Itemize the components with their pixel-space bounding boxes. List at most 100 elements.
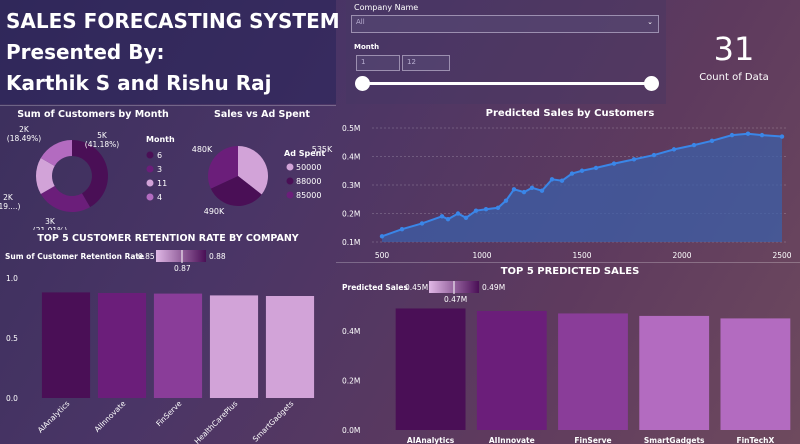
company-dropdown[interactable]: All ⌄ [351, 15, 659, 33]
legend-marker [286, 163, 294, 171]
x-tick-label: 1500 [572, 251, 591, 260]
title-panel: SALES FORECASTING SYSTEM Presented By: K… [0, 0, 340, 104]
data-point[interactable] [579, 168, 585, 173]
y-tick-label: 0.0M [342, 426, 360, 435]
bar-FinServe[interactable] [558, 313, 628, 430]
x-tick-label: 1000 [472, 251, 491, 260]
data-point[interactable] [439, 214, 445, 219]
retention-bar-chart: Sum of Customer Retention Rate 0.85 0.87… [5, 250, 315, 444]
y-tick-label: 0.4M [342, 153, 360, 162]
presented-by-label: Presented By: [6, 40, 165, 64]
divider [0, 105, 336, 106]
month-slider-min-handle[interactable] [355, 76, 370, 91]
data-point[interactable] [503, 198, 509, 203]
month-min-input[interactable]: 1 [356, 55, 400, 71]
divider [336, 262, 800, 263]
y-tick-label: 0.5M [342, 124, 360, 133]
retention-legend-max: 0.88 [209, 252, 226, 261]
data-point[interactable] [419, 221, 425, 226]
y-tick-label: 0.0 [6, 394, 18, 403]
bar-AIInnovate[interactable] [97, 293, 147, 398]
sales-legend-min: 0.45M [405, 283, 428, 292]
bar-AIAnalytics[interactable] [41, 292, 91, 398]
area-chart: 0.1M 0.2M 0.3M 0.4M 0.5M 500 1000 1500 2000 2500 [342, 124, 792, 260]
donut-legend-title: Month [146, 135, 175, 144]
x-tick-label: AIAnalytics [36, 399, 72, 435]
bar-SmartGadgets[interactable] [639, 315, 710, 430]
bar-SmartGadgets[interactable] [265, 296, 315, 398]
data-point[interactable] [709, 138, 715, 144]
area-fill [382, 133, 782, 242]
data-point[interactable] [691, 142, 697, 148]
y-tick-label: 0.5 [6, 334, 18, 343]
donut-chart: 5K(41.18%) 3K(21.01%) 2K(19....) 2K(18.49%)… [0, 125, 175, 230]
legend-entry: 6 [157, 151, 162, 160]
month-slider-track[interactable] [364, 82, 654, 85]
legend-marker [286, 191, 294, 199]
x-tick-label: HealthCarePlus [193, 399, 240, 444]
bar-FinServe[interactable] [153, 293, 203, 398]
month-max-input[interactable]: 12 [402, 55, 450, 71]
legend-entry: 50000 [296, 163, 321, 172]
retention-chart-title: TOP 5 CUSTOMER RETENTION RATE BY COMPANY [37, 233, 299, 244]
data-point[interactable] [569, 171, 575, 176]
data-point[interactable] [511, 187, 517, 192]
x-tick-label: AIAnalytics [407, 436, 455, 444]
data-point[interactable] [483, 207, 489, 212]
data-point[interactable] [521, 189, 527, 195]
predicted-sales-bar-chart: Predicted Sales 0.45M 0.47M 0.49M 0.0M 0.… [342, 281, 791, 444]
data-point[interactable] [379, 234, 385, 239]
data-point[interactable] [759, 132, 765, 138]
data-point[interactable] [455, 211, 461, 216]
bar-AIAnalytics[interactable] [395, 308, 466, 430]
data-point[interactable] [651, 152, 657, 158]
data-point[interactable] [593, 165, 599, 171]
predicted-sales-chart-title: TOP 5 PREDICTED SALES [500, 266, 640, 277]
sales-legend-max: 0.49M [482, 283, 505, 292]
month-min-value: 1 [361, 58, 366, 66]
month-slider-max-handle[interactable] [644, 76, 659, 91]
legend-marker [146, 165, 154, 173]
pie-chart: 535K490K480K Ad Spent 500008800085000 [192, 145, 333, 216]
month-max-value: 12 [407, 58, 416, 66]
x-tick-label: FinServe [574, 436, 611, 444]
pie-legend-title: Ad Spent [284, 149, 325, 158]
x-tick-label: SmartGadgets [251, 399, 296, 444]
pie-data-label: 480K [192, 145, 213, 154]
data-point[interactable] [495, 205, 501, 210]
y-tick-label: 0.3M [342, 181, 360, 190]
donut-data-label: 2K (18.49%) [7, 125, 42, 143]
legend-marker [146, 179, 154, 187]
y-tick-label: 0.2M [342, 210, 360, 219]
kpi-card: 31 Count of Data [668, 0, 800, 104]
donut-chart-title: Sum of Customers by Month [17, 109, 169, 120]
x-tick-label: SmartGadgets [644, 436, 705, 444]
data-point[interactable] [539, 188, 545, 193]
bar-HealthCarePlus[interactable] [209, 295, 259, 398]
company-filter-label: Company Name [354, 3, 419, 12]
data-point[interactable] [529, 185, 535, 191]
data-point[interactable] [549, 177, 555, 182]
bar-FinTechX[interactable] [720, 318, 791, 430]
area-chart-title: Predicted Sales by Customers [485, 108, 655, 119]
retention-legend-mid: 0.87 [174, 264, 191, 273]
data-point[interactable] [729, 132, 735, 138]
data-point[interactable] [631, 157, 637, 162]
retention-legend-label: Sum of Customer Retention Rate [5, 252, 144, 261]
data-point[interactable] [445, 217, 451, 222]
sales-legend-label: Predicted Sales [342, 283, 408, 292]
data-point[interactable] [473, 208, 479, 213]
kpi-value: 31 [713, 30, 755, 68]
data-point[interactable] [611, 161, 617, 166]
data-point[interactable] [745, 131, 751, 136]
data-point[interactable] [399, 226, 405, 232]
y-tick-label: 0.4M [342, 327, 360, 336]
data-point[interactable] [671, 147, 677, 152]
data-point[interactable] [463, 215, 469, 220]
donut-data-label: 3K(21.01%) [33, 217, 68, 230]
donut-slice-3[interactable] [40, 186, 90, 212]
bar-AIInnovate[interactable] [476, 310, 547, 430]
sales-legend-mid: 0.47M [444, 295, 467, 304]
data-point[interactable] [779, 134, 785, 139]
data-point[interactable] [559, 178, 565, 183]
